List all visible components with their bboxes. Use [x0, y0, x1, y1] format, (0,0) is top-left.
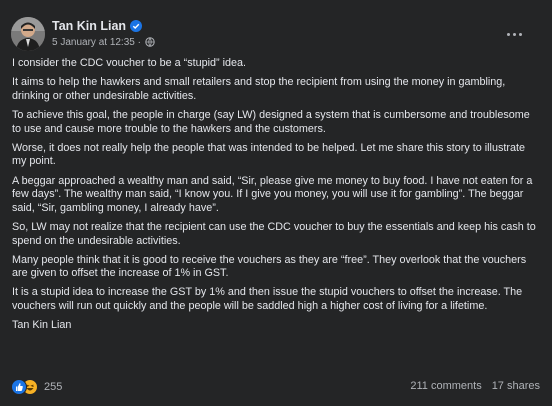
post-card: Tan Kin Lian 5 January at 12:35 · I cons…	[0, 0, 552, 406]
author-name[interactable]: Tan Kin Lian	[52, 19, 143, 33]
post-timestamp[interactable]: 5 January at 12:35	[52, 37, 135, 48]
post-paragraph: So, LW may not realize that the recipien…	[12, 220, 536, 247]
post-body: I consider the CDC voucher to be a “stup…	[12, 57, 540, 338]
post-paragraph: To achieve this goal, the people in char…	[12, 108, 530, 135]
post-meta: 5 January at 12:35 ·	[52, 37, 155, 48]
author-name-text[interactable]: Tan Kin Lian	[52, 19, 126, 33]
post-paragraph: Worse, it does not really help the peopl…	[12, 141, 525, 168]
post-paragraph: Many people think that it is good to rec…	[12, 253, 527, 280]
post-paragraph: It aims to help the hawkers and small re…	[12, 76, 506, 102]
post-paragraph: A beggar approached a wealthy man and sa…	[12, 174, 533, 214]
shares-count-link[interactable]: 17 shares	[492, 380, 540, 392]
comments-count-link[interactable]: 211 comments	[410, 380, 481, 392]
avatar[interactable]	[11, 17, 45, 51]
reaction-count[interactable]: 255	[44, 381, 62, 393]
post-paragraph: I consider the CDC voucher to be a “stup…	[12, 57, 247, 69]
post-signature: Tan Kin Lian	[12, 319, 72, 332]
post-stats: 211 comments 17 shares	[410, 380, 540, 392]
like-reaction-icon	[11, 379, 27, 395]
post-footer: 255 211 comments 17 shares	[11, 376, 540, 396]
globe-icon	[145, 37, 155, 47]
more-options-icon[interactable]	[503, 24, 527, 44]
verified-badge-icon	[130, 20, 143, 32]
post-header: Tan Kin Lian 5 January at 12:35 ·	[11, 17, 540, 55]
post-paragraph: It is a stupid idea to increase the GST …	[12, 286, 523, 313]
